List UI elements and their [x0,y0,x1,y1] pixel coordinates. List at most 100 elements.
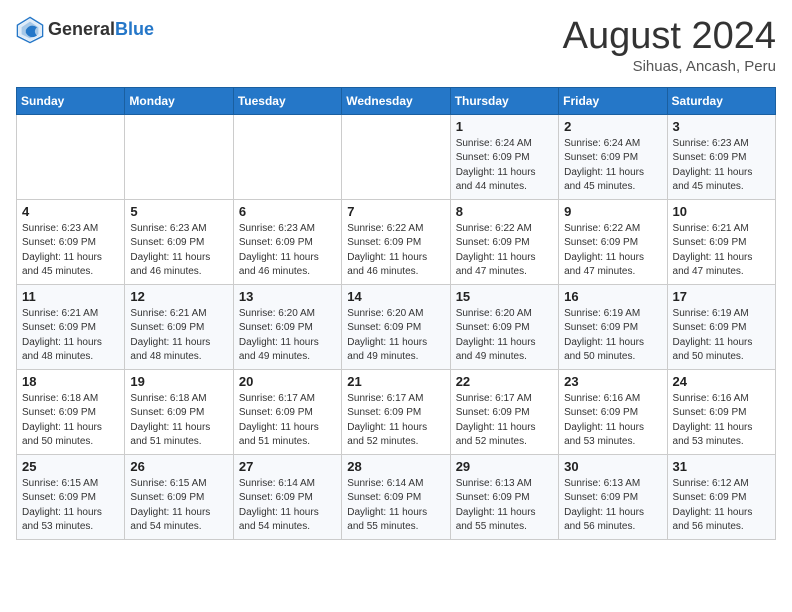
cell-info: Sunrise: 6:16 AM Sunset: 6:09 PM Dayligh… [564,392,661,450]
calendar-cell: 12Sunrise: 6:21 AM Sunset: 6:09 PM Dayli… [125,284,233,369]
week-row-1: 1Sunrise: 6:24 AM Sunset: 6:09 PM Daylig… [17,114,776,199]
day-number: 3 [673,119,770,134]
cell-info: Sunrise: 6:21 AM Sunset: 6:09 PM Dayligh… [22,307,119,365]
weekday-header-tuesday: Tuesday [233,87,341,114]
day-number: 2 [564,119,661,134]
day-number: 4 [22,204,119,219]
calendar-cell: 5 Sunrise: 6:23 AM Sunset: 6:09 PM Daylig… [125,199,233,284]
day-number: 17 [673,289,770,304]
day-number: 7 [347,204,444,219]
calendar-cell: 29 Sunrise: 6:13 AM Sunset: 6:09 PM Dayli… [450,454,558,539]
weekday-header-monday: Monday [125,87,233,114]
calendar-cell: 23 Sunrise: 6:16 AM Sunset: 6:09 PM Dayli… [559,369,667,454]
day-number: 20 [239,374,336,389]
calendar-cell: 11 Sunrise: 6:21 AM Sunset: 6:09 PM Dayli… [17,284,125,369]
weekday-row: SundayMondayTuesdayWednesdayThursdayFrid… [17,87,776,114]
day-number: 5 [130,204,227,219]
cell-info: Sunrise: 6:15 AM Sunset: 6:09 PM Dayligh… [130,477,227,535]
cell-info: Sunrise: 6:15 AM Sunset: 6:09 PM Dayligh… [22,477,119,535]
day-number: 10 [673,204,770,219]
calendar-cell: 30 Sunrise: 6:13 AM Sunset: 6:09 PM Dayli… [559,454,667,539]
calendar-cell: 21 Sunrise: 6:17 AM Sunset: 6:09 PM Dayli… [342,369,450,454]
calendar-cell: 10 Sunrise: 6:21 AM Sunset: 6:09 PM Dayli… [667,199,775,284]
cell-info: Sunrise: 6:23 AM Sunset: 6:09 PM Dayligh… [22,222,119,280]
day-number: 8 [456,204,553,219]
cell-info: Sunrise: 6:20 AM Sunset: 6:09 PM Dayligh… [456,307,553,365]
week-row-2: 4 Sunrise: 6:23 AM Sunset: 6:09 PM Daylig… [17,199,776,284]
calendar-cell: 4 Sunrise: 6:23 AM Sunset: 6:09 PM Daylig… [17,199,125,284]
logo: GeneralBlue [16,16,154,44]
cell-info: Sunrise: 6:21 AM Sunset: 6:09 PM Dayligh… [673,222,770,280]
calendar-body: 1Sunrise: 6:24 AM Sunset: 6:09 PM Daylig… [17,114,776,539]
cell-info: Sunrise: 6:17 AM Sunset: 6:09 PM Dayligh… [239,392,336,450]
calendar-cell: 15Sunrise: 6:20 AM Sunset: 6:09 PM Dayli… [450,284,558,369]
day-number: 9 [564,204,661,219]
calendar-cell: 20 Sunrise: 6:17 AM Sunset: 6:09 PM Dayli… [233,369,341,454]
cell-info: Sunrise: 6:22 AM Sunset: 6:09 PM Dayligh… [456,222,553,280]
cell-info: Sunrise: 6:22 AM Sunset: 6:09 PM Dayligh… [347,222,444,280]
cell-info: Sunrise: 6:17 AM Sunset: 6:09 PM Dayligh… [456,392,553,450]
day-number: 18 [22,374,119,389]
cell-info: Sunrise: 6:14 AM Sunset: 6:09 PM Dayligh… [347,477,444,535]
calendar-cell: 28 Sunrise: 6:14 AM Sunset: 6:09 PM Dayli… [342,454,450,539]
cell-info: Sunrise: 6:13 AM Sunset: 6:09 PM Dayligh… [564,477,661,535]
calendar-cell: 24 Sunrise: 6:16 AM Sunset: 6:09 PM Dayli… [667,369,775,454]
day-number: 24 [673,374,770,389]
day-number: 21 [347,374,444,389]
calendar-cell: 8 Sunrise: 6:22 AM Sunset: 6:09 PM Daylig… [450,199,558,284]
day-number: 16 [564,289,661,304]
cell-info: Sunrise: 6:23 AM Sunset: 6:09 PM Dayligh… [673,137,770,195]
calendar-cell: 14 Sunrise: 6:20 AM Sunset: 6:09 PM Dayli… [342,284,450,369]
cell-info: Sunrise: 6:16 AM Sunset: 6:09 PM Dayligh… [673,392,770,450]
calendar-cell: 18 Sunrise: 6:18 AM Sunset: 6:09 PM Dayli… [17,369,125,454]
calendar-cell [17,114,125,199]
calendar-cell: 6Sunrise: 6:23 AM Sunset: 6:09 PM Daylig… [233,199,341,284]
calendar-cell: 7 Sunrise: 6:22 AM Sunset: 6:09 PM Daylig… [342,199,450,284]
calendar-cell [125,114,233,199]
calendar-header: SundayMondayTuesdayWednesdayThursdayFrid… [17,87,776,114]
cell-info: Sunrise: 6:17 AM Sunset: 6:09 PM Dayligh… [347,392,444,450]
day-number: 22 [456,374,553,389]
calendar-cell: 27Sunrise: 6:14 AM Sunset: 6:09 PM Dayli… [233,454,341,539]
day-number: 11 [22,289,119,304]
logo-icon [16,16,44,44]
calendar-cell: 13Sunrise: 6:20 AM Sunset: 6:09 PM Dayli… [233,284,341,369]
day-number: 30 [564,459,661,474]
day-number: 23 [564,374,661,389]
cell-info: Sunrise: 6:18 AM Sunset: 6:09 PM Dayligh… [130,392,227,450]
week-row-5: 25Sunrise: 6:15 AM Sunset: 6:09 PM Dayli… [17,454,776,539]
logo-general: General [48,19,115,39]
cell-info: Sunrise: 6:18 AM Sunset: 6:09 PM Dayligh… [22,392,119,450]
calendar-cell: 9 Sunrise: 6:22 AM Sunset: 6:09 PM Daylig… [559,199,667,284]
day-number: 26 [130,459,227,474]
calendar-cell: 2Sunrise: 6:24 AM Sunset: 6:09 PM Daylig… [559,114,667,199]
title-block: August 2024 Sihuas, Ancash, Peru [563,16,776,75]
cell-info: Sunrise: 6:20 AM Sunset: 6:09 PM Dayligh… [347,307,444,365]
day-number: 29 [456,459,553,474]
day-number: 13 [239,289,336,304]
cell-info: Sunrise: 6:24 AM Sunset: 6:09 PM Dayligh… [456,137,553,195]
cell-info: Sunrise: 6:23 AM Sunset: 6:09 PM Dayligh… [130,222,227,280]
calendar-cell: 26 Sunrise: 6:15 AM Sunset: 6:09 PM Dayli… [125,454,233,539]
cell-info: Sunrise: 6:13 AM Sunset: 6:09 PM Dayligh… [456,477,553,535]
weekday-header-sunday: Sunday [17,87,125,114]
calendar-cell [233,114,341,199]
weekday-header-saturday: Saturday [667,87,775,114]
day-number: 31 [673,459,770,474]
cell-info: Sunrise: 6:14 AM Sunset: 6:09 PM Dayligh… [239,477,336,535]
day-number: 6 [239,204,336,219]
calendar-cell [342,114,450,199]
cell-info: Sunrise: 6:21 AM Sunset: 6:09 PM Dayligh… [130,307,227,365]
calendar-cell: 19 Sunrise: 6:18 AM Sunset: 6:09 PM Dayli… [125,369,233,454]
weekday-header-thursday: Thursday [450,87,558,114]
week-row-4: 18 Sunrise: 6:18 AM Sunset: 6:09 PM Dayli… [17,369,776,454]
day-number: 14 [347,289,444,304]
day-number: 28 [347,459,444,474]
cell-info: Sunrise: 6:19 AM Sunset: 6:09 PM Dayligh… [673,307,770,365]
cell-info: Sunrise: 6:12 AM Sunset: 6:09 PM Dayligh… [673,477,770,535]
cell-info: Sunrise: 6:22 AM Sunset: 6:09 PM Dayligh… [564,222,661,280]
day-number: 19 [130,374,227,389]
month-title: August 2024 [563,16,776,58]
calendar-cell: 31 Sunrise: 6:12 AM Sunset: 6:09 PM Dayli… [667,454,775,539]
calendar-cell: 3 Sunrise: 6:23 AM Sunset: 6:09 PM Daylig… [667,114,775,199]
